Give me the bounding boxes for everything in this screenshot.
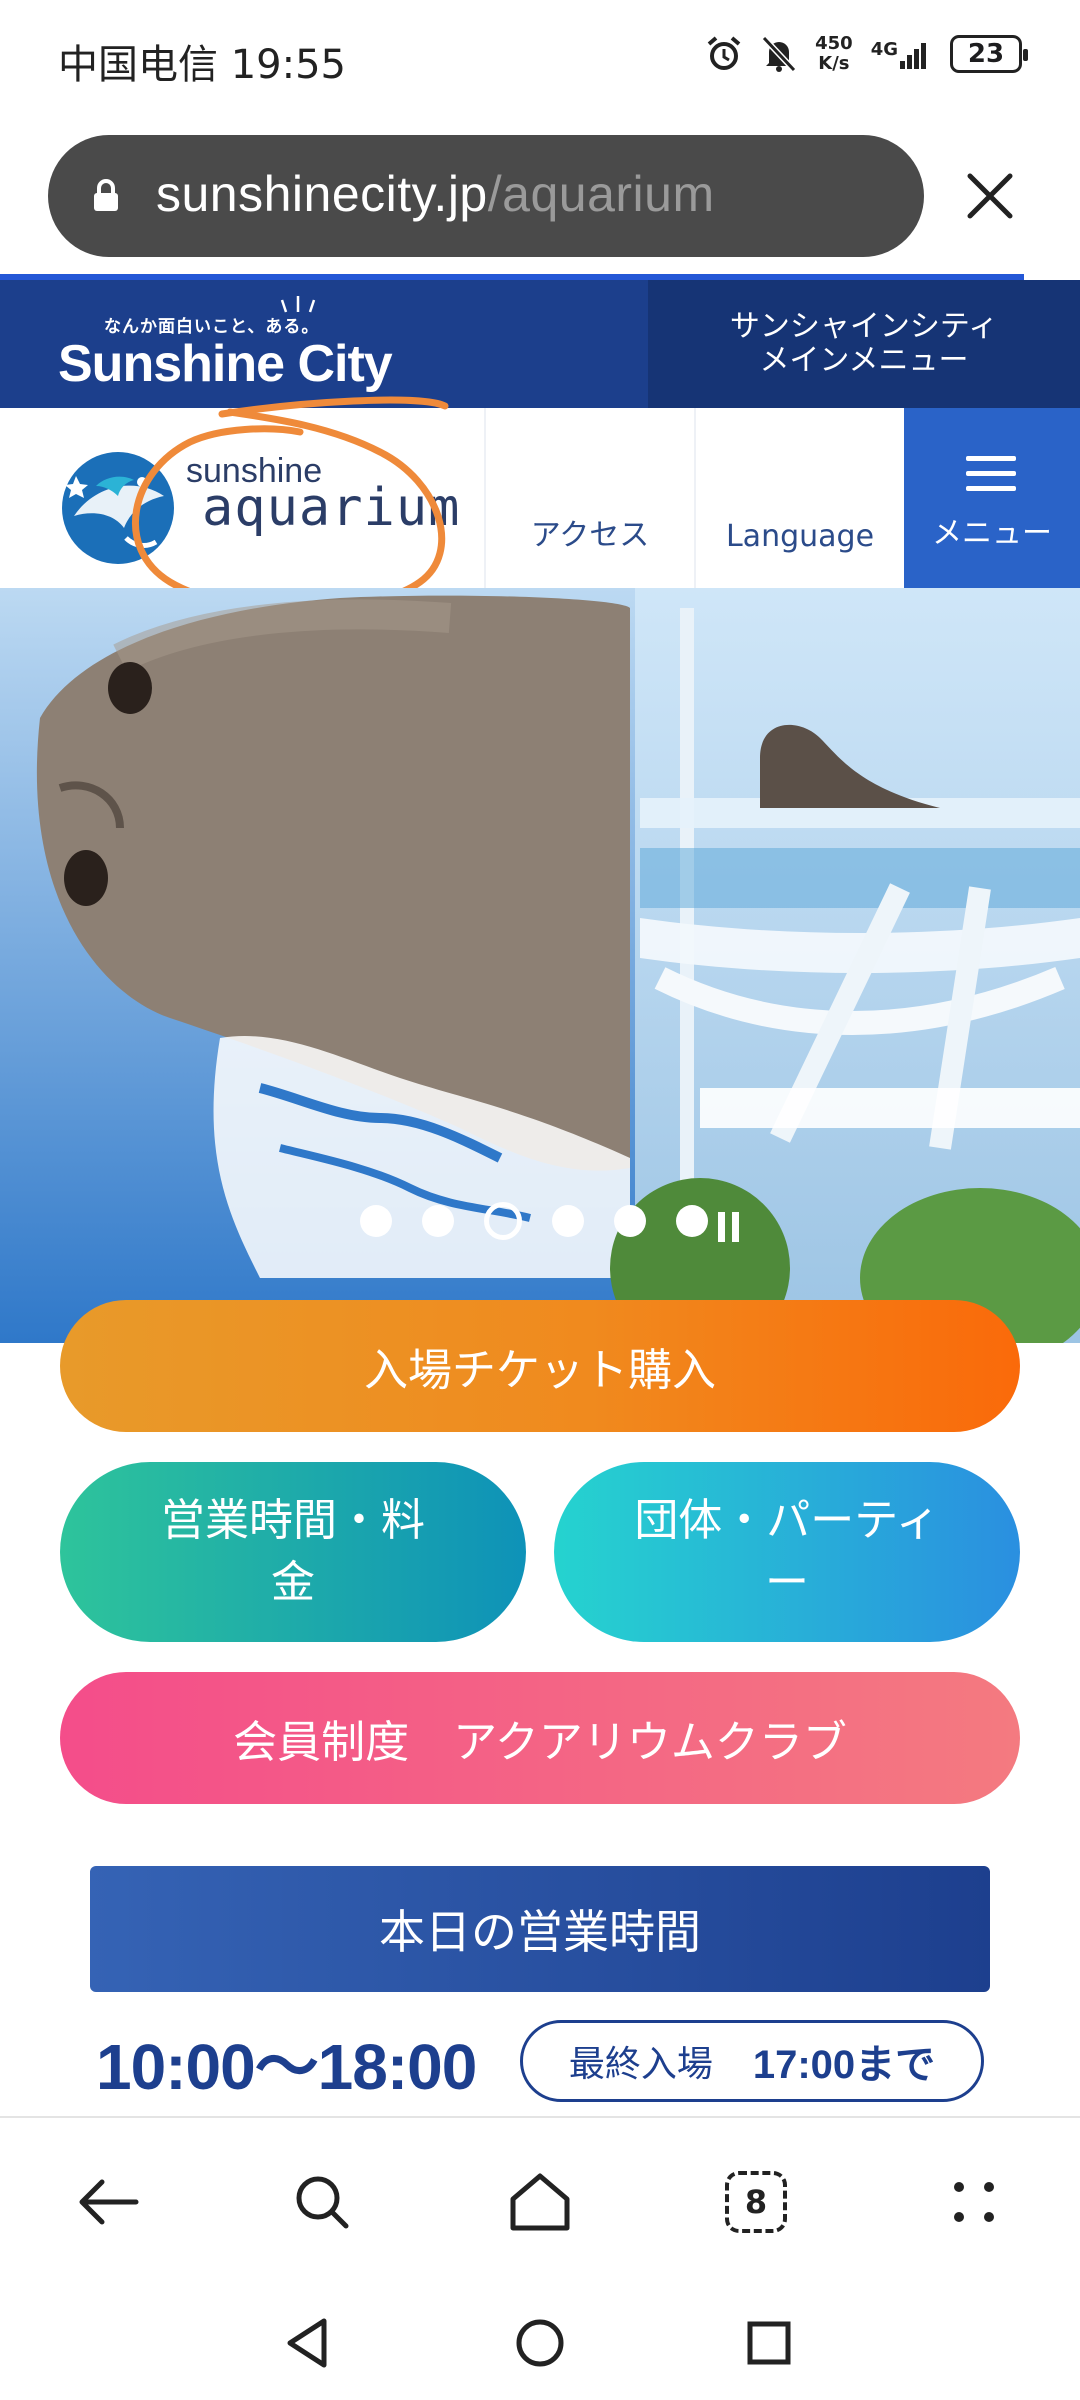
search-icon[interactable] <box>282 2162 362 2242</box>
hamburger-icon <box>966 456 1016 501</box>
last-entry-label: 最終入場 <box>568 2044 713 2085</box>
sunshine-city-bar: なんか面白いこと、ある。 Sunshine City サンシャインシティ メイン… <box>0 280 1080 408</box>
sunshine-city-main-menu-button[interactable]: サンシャインシティ メインメニュー <box>648 280 1080 408</box>
close-icon[interactable] <box>960 166 1020 226</box>
last-entry-time: 17:00まで <box>752 2043 936 2087</box>
system-navigation <box>0 2286 1080 2400</box>
status-bar: 中国电信 19:55 450 K/s 4G 23 <box>0 0 1080 118</box>
more-icon[interactable] <box>934 2162 1014 2242</box>
slider-dot[interactable] <box>360 1205 392 1237</box>
menu-button[interactable]: メニュー <box>904 408 1080 588</box>
membership-label: 会員制度 アクアリウムクラブ <box>233 1717 847 1768</box>
last-entry-badge: 最終入場 17:00まで <box>520 2020 984 2102</box>
sun-rays-icon <box>280 296 316 313</box>
home-icon[interactable] <box>500 2162 580 2242</box>
browser-toolbar: 8 <box>0 2116 1080 2286</box>
slider-dot[interactable] <box>422 1205 454 1237</box>
address-bar[interactable]: sunshinecity.jp/aquarium <box>48 135 924 257</box>
group-party-label: 団体・パーティー <box>634 1495 940 1608</box>
language-link[interactable]: Language <box>694 408 904 588</box>
buy-ticket-button[interactable]: 入場チケット購入 <box>60 1300 1020 1432</box>
today-hours-heading: 本日の営業時間 <box>90 1866 990 1992</box>
hours-fee-label: 営業時間・料金 <box>161 1495 425 1608</box>
menu-label: メニュー <box>932 516 1052 551</box>
tab-count: 8 <box>725 2171 787 2233</box>
slider-dot[interactable] <box>614 1205 646 1237</box>
language-label: Language <box>725 519 875 554</box>
battery-icon: 23 <box>950 35 1028 73</box>
lock-icon <box>92 179 120 217</box>
net-speed: 450 K/s <box>815 33 853 74</box>
pause-icon[interactable] <box>718 1212 739 1242</box>
slider-dot-active[interactable] <box>484 1202 522 1240</box>
access-link[interactable]: アクセス <box>484 408 694 588</box>
carrier-time: 中国电信 19:55 <box>58 42 346 88</box>
mute-icon <box>761 35 797 73</box>
buy-ticket-label: 入場チケット購入 <box>364 1345 716 1396</box>
slider-pagination <box>360 1200 739 1242</box>
main-menu-line2: メインメニュー <box>759 343 969 378</box>
status-icons: 450 K/s 4G 23 <box>705 33 1028 74</box>
main-menu-line1: サンシャインシティ <box>729 309 999 344</box>
sunshine-city-logo[interactable]: なんか面白いこと、ある。 Sunshine City <box>0 280 648 408</box>
membership-button[interactable]: 会員制度 アクアリウムクラブ <box>60 1672 1020 1804</box>
url-path: /aquarium <box>487 166 715 222</box>
aquarium-logo-line2: aquarium <box>202 478 461 538</box>
aquarium-emblem-icon <box>62 452 174 564</box>
tabs-icon[interactable]: 8 <box>716 2162 796 2242</box>
nav-home-icon[interactable] <box>505 2308 575 2378</box>
back-icon[interactable] <box>68 2162 148 2242</box>
aquarium-logo[interactable]: sunshine aquarium <box>56 438 476 568</box>
slider-dot[interactable] <box>676 1205 708 1237</box>
today-hours-value: 10:00〜18:00 <box>96 2031 477 2103</box>
sunshine-city-name: Sunshine City <box>58 335 393 393</box>
nav-recents-icon[interactable] <box>734 2308 804 2378</box>
url-text[interactable]: sunshinecity.jp/aquarium <box>156 165 715 223</box>
url-host: sunshinecity.jp <box>156 166 488 222</box>
access-label: アクセス <box>530 518 650 553</box>
hero-slider[interactable] <box>0 588 1080 1343</box>
hours-fee-button[interactable]: 営業時間・料金 <box>60 1462 526 1642</box>
slider-dot[interactable] <box>552 1205 584 1237</box>
nav-back-icon[interactable] <box>272 2308 342 2378</box>
signal-icon: 4G <box>871 39 932 69</box>
aquarium-header: sunshine aquarium アクセス Language メニュー <box>0 396 1080 613</box>
group-party-button[interactable]: 団体・パーティー <box>554 1462 1020 1642</box>
alarm-icon <box>705 35 743 73</box>
